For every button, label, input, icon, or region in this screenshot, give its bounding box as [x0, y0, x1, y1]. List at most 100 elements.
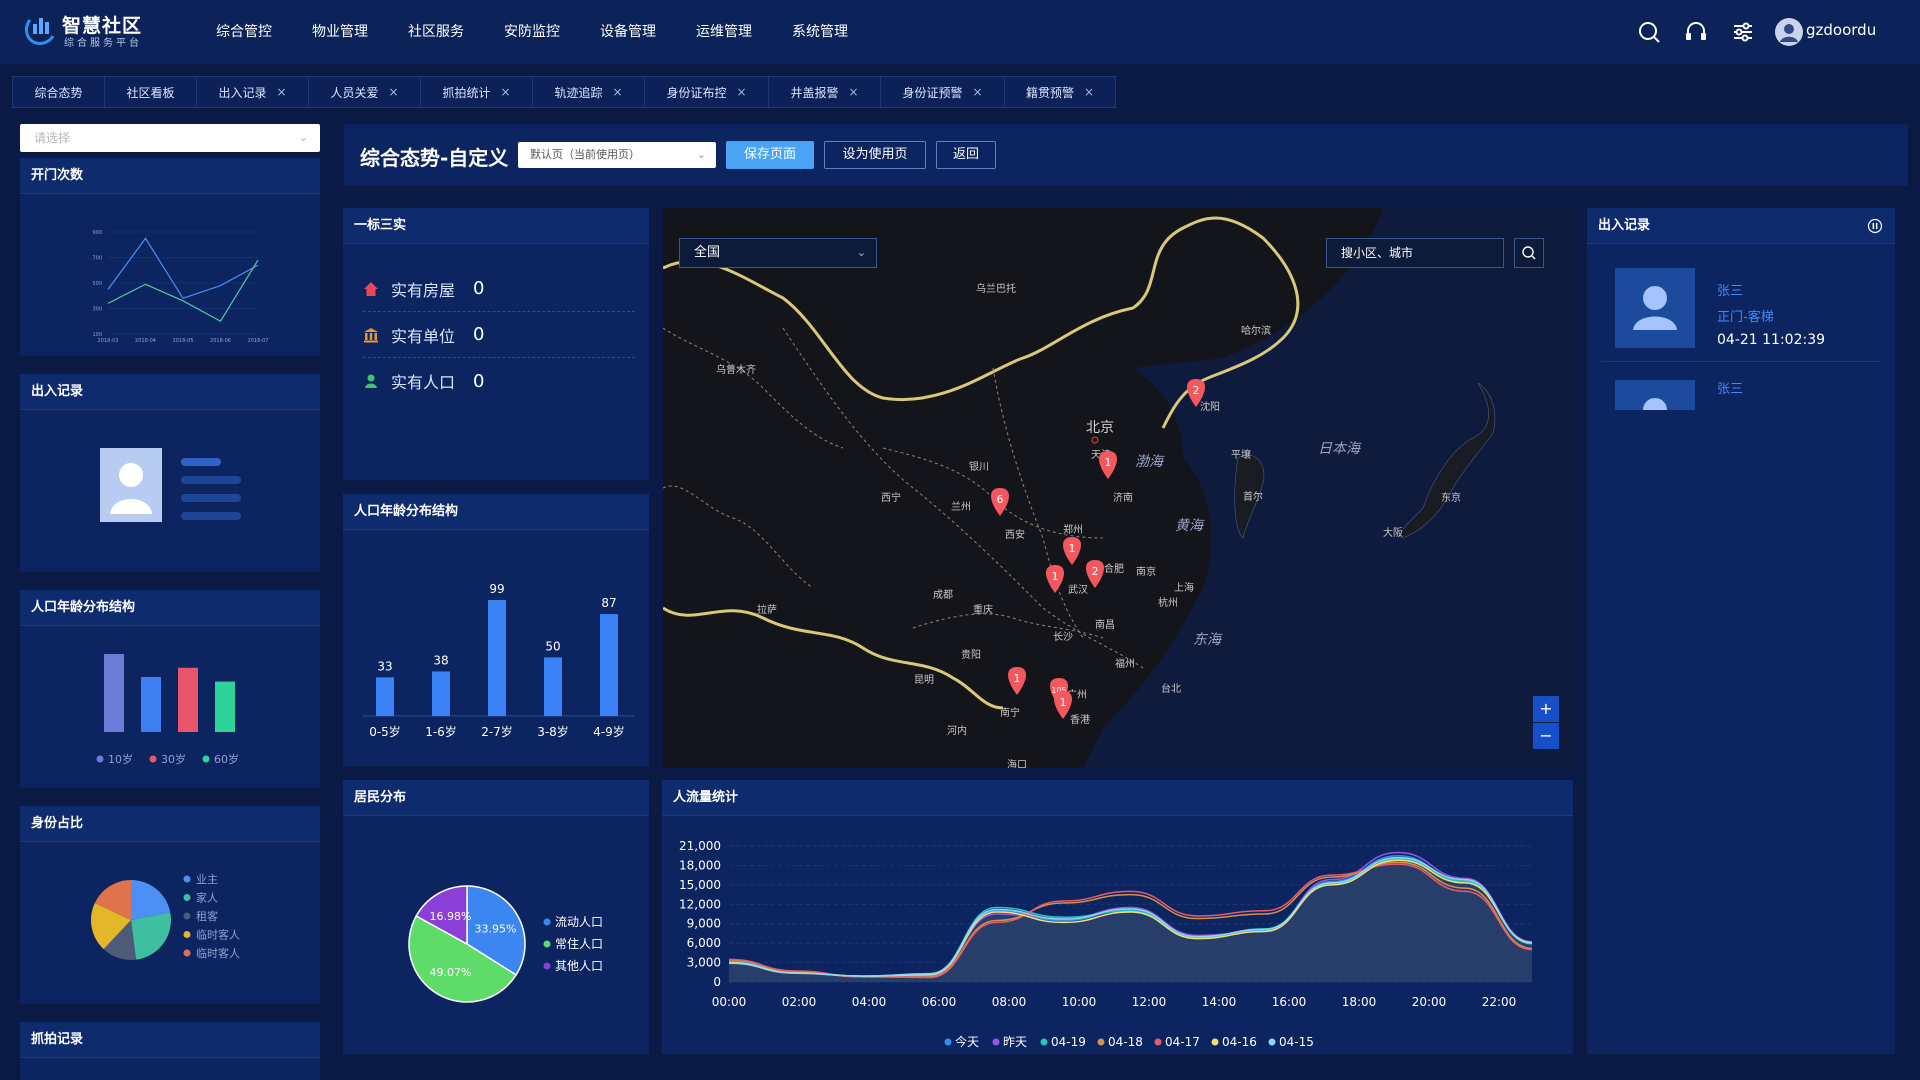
back-button[interactable]: 返回 — [936, 141, 996, 169]
page-toolbar: 综合态势-自定义 默认页（当前使用页） ⌄ 保存页面 设为使用页 返回 — [344, 124, 1908, 186]
set-default-button[interactable]: 设为使用页 — [824, 141, 926, 169]
house-icon — [364, 281, 378, 296]
china-map[interactable]: 渤海 黄海 东海 日本海 北京 乌兰巴托 乌鲁木齐 哈尔滨 沈阳 天津 济南 上… — [663, 208, 1573, 768]
app-logo[interactable]: 智慧社区 综合服务平台 — [24, 10, 164, 54]
resident-distribution-panel: 居民分布 33.95% 49.07% 16.98% 流动人口 常住人口 其他人口 — [343, 780, 649, 1054]
record-card[interactable]: 张三 正门-客梯 04-21 11:02:39 — [1601, 254, 1881, 362]
bar — [141, 676, 161, 732]
slice-label: 16.98% — [430, 910, 472, 923]
legend-dot — [543, 918, 551, 926]
tab-capture-stats[interactable]: 抓拍统计 × — [420, 76, 532, 108]
legend-dot — [183, 912, 191, 920]
tab-access-records[interactable]: 出入记录 × — [196, 76, 308, 108]
record-name: 张三 — [1717, 284, 1744, 299]
city-label: 合肥 — [1104, 562, 1124, 575]
city-label: 哈尔滨 — [1241, 324, 1271, 337]
person-icon — [1633, 286, 1677, 330]
close-icon[interactable]: × — [500, 85, 510, 99]
y-tick-label: 700 — [92, 256, 102, 262]
nav-item-property[interactable]: 物业管理 — [292, 0, 388, 64]
legend-label: 家人 — [196, 891, 218, 905]
legend-label: 04-19 — [1051, 1035, 1086, 1049]
username[interactable]: gzdoordu — [1806, 21, 1876, 39]
user-avatar-icon[interactable] — [1774, 17, 1804, 47]
close-icon[interactable]: × — [612, 85, 622, 99]
door-count-panel: 开门次数 100 300 500 700 900 2018-03 2018-04 2018-0… — [20, 158, 320, 356]
close-icon[interactable]: × — [972, 85, 982, 99]
bar-value-label: 50 — [545, 639, 560, 653]
close-icon[interactable]: × — [1084, 85, 1094, 99]
city-label: 贵阳 — [961, 648, 981, 661]
nav-item-overview[interactable]: 综合管控 — [196, 0, 292, 64]
headset-icon[interactable] — [1683, 19, 1709, 45]
flow-stats-panel: 人流量统计 0 3,000 6,000 9,000 12,000 15,000 18,000… — [662, 780, 1573, 1054]
left-age-panel: 人口年龄分布结构 10岁 30岁 60岁 — [20, 590, 320, 788]
record-avatar — [1615, 268, 1695, 348]
y-tick-label: 18,000 — [679, 858, 721, 872]
city-label: 乌鲁木齐 — [716, 363, 756, 376]
record-card[interactable]: 张三 — [1601, 370, 1881, 410]
resident-pie-chart: 33.95% 49.07% 16.98% 流动人口常住人口其他人口 — [408, 885, 603, 1003]
tab-community-board[interactable]: 社区看板 — [104, 76, 196, 108]
nav-item-operations[interactable]: 运维管理 — [676, 0, 772, 64]
panel-title: 抓拍记录 — [20, 1022, 320, 1058]
y-tick-label: 900 — [92, 230, 102, 236]
tab-overview[interactable]: 综合态势 — [12, 76, 104, 108]
sea-label: 黄海 — [1175, 518, 1205, 534]
legend-dot — [1211, 1038, 1219, 1046]
city-label: 沈阳 — [1200, 400, 1220, 413]
zoom-out-button[interactable]: − — [1533, 723, 1559, 749]
search-icon[interactable] — [1636, 19, 1662, 45]
city-label: 南京 — [1136, 565, 1156, 578]
city-label: 郑州 — [1063, 523, 1083, 536]
area-fill — [729, 855, 1532, 982]
legend-dot — [1154, 1038, 1162, 1046]
nav-item-devices[interactable]: 设备管理 — [580, 0, 676, 64]
pause-icon[interactable] — [1867, 218, 1883, 234]
bar-value-label: 99 — [489, 582, 504, 596]
person-placeholder — [100, 448, 162, 522]
panel-title: 人流量统计 — [662, 780, 1573, 816]
nav-item-community-service[interactable]: 社区服务 — [388, 0, 484, 64]
y-tick-label: 3,000 — [687, 956, 721, 970]
region-select[interactable]: 全国 ⌄ — [679, 238, 877, 268]
city-label: 大阪 — [1383, 526, 1403, 539]
page-select[interactable]: 默认页（当前使用页） ⌄ — [518, 142, 716, 168]
zoom-in-button[interactable]: + — [1533, 696, 1559, 722]
nav-item-security[interactable]: 安防监控 — [484, 0, 580, 64]
placeholder-line — [181, 494, 241, 502]
city-label: 东京 — [1441, 491, 1461, 504]
x-tick-label: 02:00 — [782, 995, 817, 1009]
logo-icon — [25, 18, 55, 45]
map-search-input[interactable]: 搜小区、城市 — [1326, 238, 1504, 268]
person-icon — [1643, 398, 1667, 410]
save-page-button[interactable]: 保存页面 — [726, 141, 814, 169]
tab-id-control[interactable]: 身份证布控 × — [644, 76, 768, 108]
marker-count: 6 — [997, 493, 1004, 506]
city-label: 上海 — [1174, 581, 1194, 594]
city-label: 杭州 — [1158, 596, 1178, 609]
x-tick-label: 2018-03 — [98, 338, 119, 344]
tab-care[interactable]: 人员关爱 × — [308, 76, 420, 108]
panel-title: 居民分布 — [343, 780, 649, 816]
map-canvas[interactable]: 渤海 黄海 东海 日本海 北京 乌兰巴托 乌鲁木齐 哈尔滨 沈阳 天津 济南 上… — [663, 208, 1573, 768]
age-structure-panel: 人口年龄分布结构 33 0-5岁 38 1-6岁 99 2-7岁 50 3-8岁 87 4-9岁 — [343, 494, 649, 766]
tab-manhole-alarm[interactable]: 井盖报警 × — [768, 76, 880, 108]
close-icon[interactable]: × — [848, 85, 858, 99]
marker-count: 1 — [1069, 542, 1076, 555]
city-label: 银川 — [969, 460, 989, 473]
nav-item-system[interactable]: 系统管理 — [772, 0, 868, 64]
settings-sliders-icon[interactable] — [1730, 19, 1756, 45]
tab-id-warning[interactable]: 身份证预警 × — [880, 76, 1004, 108]
bar-value-label: 38 — [433, 653, 448, 667]
marker-count: 1 — [1014, 672, 1021, 685]
map-search-button[interactable] — [1514, 238, 1544, 268]
close-icon[interactable]: × — [736, 85, 746, 99]
tab-origin-warning[interactable]: 籍贯预警 × — [1004, 76, 1116, 108]
close-icon[interactable]: × — [388, 85, 398, 99]
legend-dot — [149, 755, 157, 763]
close-icon[interactable]: × — [276, 85, 286, 99]
left-select[interactable]: 请选择 ⌄ — [20, 124, 320, 152]
chevron-down-icon: ⌄ — [696, 148, 706, 161]
tab-trajectory[interactable]: 轨迹追踪 × — [532, 76, 644, 108]
